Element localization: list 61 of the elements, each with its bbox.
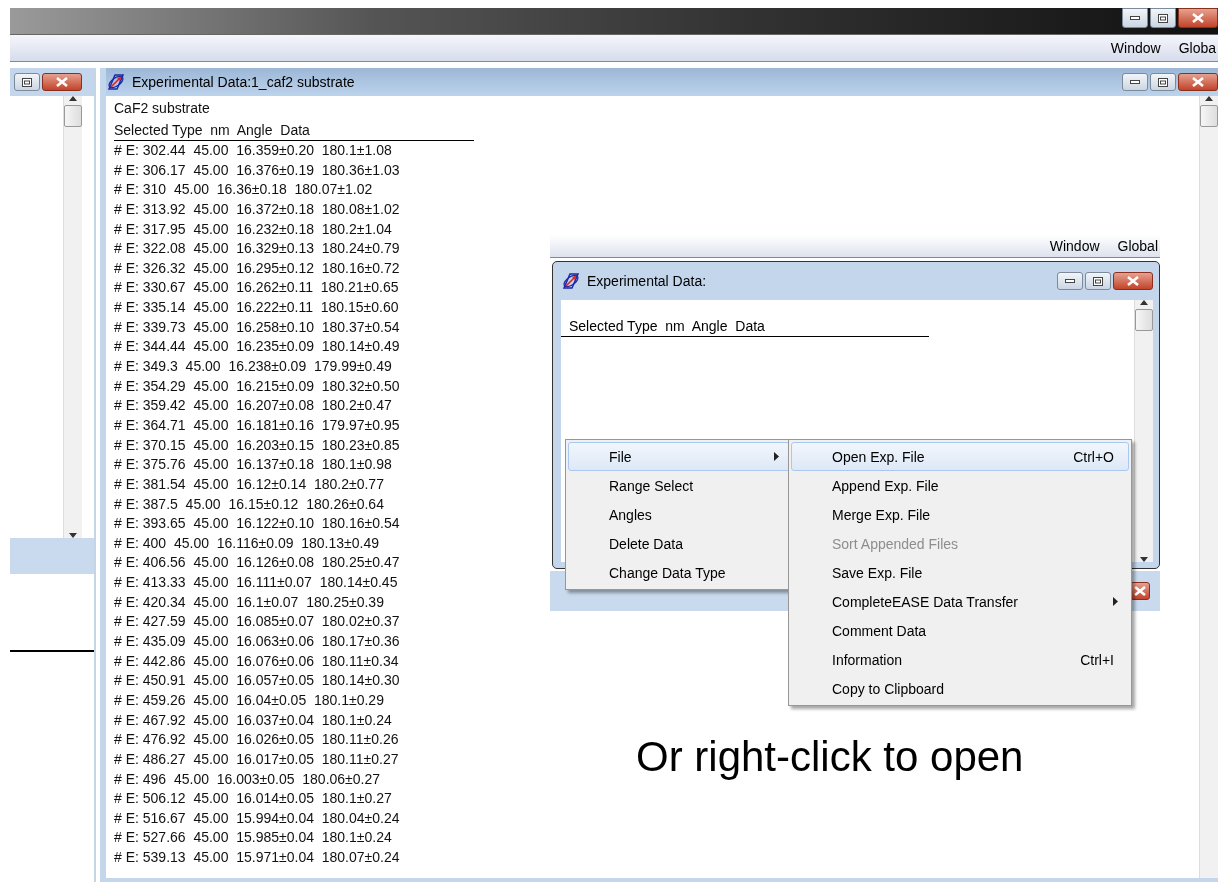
menu-item[interactable]: Delete Data: [568, 529, 790, 558]
menu-item[interactable]: Change Data Type: [568, 558, 790, 587]
data-row: # E: 420.34 45.00 16.1±0.07 180.25±0.39: [114, 593, 384, 610]
menu-item[interactable]: Append Exp. File: [791, 471, 1129, 500]
data-row: # E: 393.65 45.00 16.122±0.10 180.16±0.54: [114, 515, 400, 532]
data-row: # E: 317.95 45.00 16.232±0.18 180.2±1.04: [114, 220, 392, 237]
data-row: # E: 400 45.00 16.116±0.09 180.13±0.49: [114, 534, 379, 551]
data-row: # E: 354.29 45.00 16.215±0.09 180.32±0.50: [114, 377, 400, 394]
data-row: # E: 435.09 45.00 16.063±0.06 180.17±0.36: [114, 633, 400, 649]
data-row: # E: 527.66 45.00 15.985±0.04 180.1±0.24: [114, 829, 392, 846]
data-row: # E: 486.27 45.00 16.017±0.05 180.11±0.27: [114, 750, 399, 767]
data-heading: CaF2 substrate: [114, 100, 211, 118]
data-row: # E: 339.73 45.00 16.258±0.10 180.37±0.54: [114, 318, 400, 335]
data-row: # E: 344.44 45.00 16.235±0.09 180.14±0.49: [114, 338, 400, 355]
data-row: # E: 302.44 45.00 16.359±0.20 180.1±1.08: [114, 142, 392, 158]
data-row: # E: 427.59 45.00 16.085±0.07 180.02±0.37: [114, 613, 400, 630]
data-row: # E: 406.56 45.00 16.126±0.08 180.25±0.47: [114, 554, 400, 571]
data-row: # E: 370.15 45.00 16.203±0.15 180.23±0.85: [114, 436, 400, 453]
data-row: # E: 476.92 45.00 16.026±0.05 180.11±0.26: [114, 731, 399, 748]
data-row: # E: 381.54 45.00 16.12±0.14 180.2±0.77: [114, 475, 384, 492]
column-header: Selected Type nm Angle Data: [114, 122, 474, 141]
data-row: # E: 459.26 45.00 16.04±0.05 180.1±0.29: [114, 691, 384, 708]
menu-item[interactable]: Globa: [1176, 40, 1218, 56]
menu-item[interactable]: Range Select: [568, 471, 790, 500]
data-row: # E: 467.92 45.00 16.037±0.04 180.1±0.24: [114, 711, 392, 728]
data-row: # E: 506.12 45.00 16.014±0.05 180.1±0.27: [114, 790, 392, 807]
menu-item[interactable]: CompleteEASE Data Transfer: [791, 587, 1129, 616]
data-row: # E: 450.91 45.00 16.057±0.05 180.14±0.30: [114, 672, 400, 689]
menu-item[interactable]: Global: [1115, 238, 1160, 254]
data-row: # E: 496 45.00 16.003±0.05 180.06±0.27: [114, 770, 381, 787]
menu-item[interactable]: Save Exp. File: [791, 558, 1129, 587]
data-row: # E: 330.67 45.00 16.262±0.11 180.21±0.65: [114, 279, 399, 296]
data-row: # E: 313.92 45.00 16.372±0.18 180.08±1.02: [114, 200, 400, 217]
menu-item[interactable]: Angles: [568, 500, 790, 529]
window-title: Experimental Data:1_caf2 substrate: [132, 74, 356, 90]
menu-item: Sort Appended Files: [831, 534, 960, 554]
menu-item[interactable]: Information Ctrl+I: [791, 645, 1129, 674]
menu-item[interactable]: Copy to Clipboard: [791, 674, 1129, 703]
menu-item[interactable]: Comment Data: [791, 616, 1129, 645]
data-row: # E: 539.13 45.00 15.971±0.04 180.07±0.24: [114, 849, 400, 866]
data-row: # E: 516.67 45.00 15.994±0.04 180.04±0.24: [114, 809, 400, 826]
data-row: # E: 335.14 45.00 16.222±0.11 180.15±0.60: [114, 299, 399, 316]
data-row: # E: 326.32 45.00 16.295±0.12 180.16±0.72: [114, 259, 400, 276]
window-title: Experimental Data:: [587, 273, 708, 289]
data-row: # E: 413.33 45.00 16.111±0.07 180.14±0.45: [114, 574, 398, 591]
menu-item[interactable]: Window: [1047, 238, 1102, 254]
menu-item[interactable]: Merge Exp. File: [791, 500, 1129, 529]
menu-item[interactable]: File: [568, 442, 790, 471]
data-row: # E: 375.76 45.00 16.137±0.18 180.1±0.98: [114, 456, 392, 473]
caption-text: Or right-click to open: [636, 733, 1024, 781]
data-row: # E: 442.86 45.00 16.076±0.06 180.11±0.34: [114, 652, 399, 669]
data-row: # E: 310 45.00 16.36±0.18 180.07±1.02: [114, 181, 373, 198]
menu-item[interactable]: Window: [1108, 40, 1163, 56]
data-row: # E: 349.3 45.00 16.238±0.09 179.99±0.49: [114, 358, 392, 375]
data-row: # E: 359.42 45.00 16.207±0.08 180.2±0.47: [114, 397, 392, 414]
data-row: # E: 364.71 45.00 16.181±0.16 179.97±0.95: [114, 416, 400, 433]
data-row: # E: 387.5 45.00 16.15±0.12 180.26±0.64: [114, 495, 384, 512]
menu-item[interactable]: Open Exp. File Ctrl+O: [791, 442, 1129, 471]
column-header: Selected Type nm Angle Data: [561, 318, 929, 337]
data-row: # E: 322.08 45.00 16.329±0.13 180.24±0.79: [114, 240, 400, 257]
data-row: # E: 306.17 45.00 16.376±0.19 180.36±1.03: [114, 161, 400, 178]
